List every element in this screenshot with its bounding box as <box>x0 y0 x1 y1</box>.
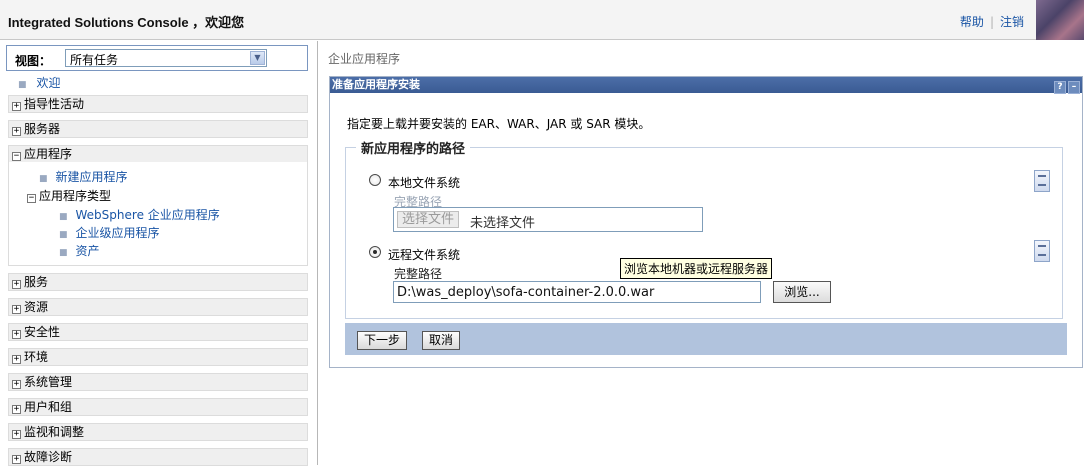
enterprise-apps-link[interactable]: 企业级应用程序 <box>76 226 160 240</box>
button-bar: 下一步 取消 <box>345 323 1067 355</box>
install-panel: 准备应用程序安装 ? – 指定要上载并要安装的 EAR、WAR、JAR 或 SAR… <box>329 76 1083 368</box>
expand-icon[interactable]: + <box>12 405 21 414</box>
nav-item-troubleshooting[interactable]: + 故障诊断 <box>8 448 308 466</box>
logout-link[interactable]: 注销 <box>1000 15 1024 29</box>
nav-item-label: 资源 <box>24 300 49 314</box>
nav-item-applications[interactable]: − 应用程序 <box>8 145 308 163</box>
local-filesystem-label: 本地文件系统 <box>388 176 461 190</box>
assets-link[interactable]: 资产 <box>76 244 100 258</box>
panel-controls: ? – <box>1052 78 1080 94</box>
websphere-apps-link[interactable]: WebSphere 企业应用程序 <box>76 208 220 222</box>
bullet-icon: ■ <box>59 248 68 258</box>
nav-assets: ■ 资产 <box>59 242 100 259</box>
local-file-input[interactable]: 选择文件 未选择文件 <box>393 207 703 232</box>
console-title: Integrated Solutions Console ，欢迎您 <box>8 15 245 30</box>
expand-icon[interactable]: + <box>12 127 21 136</box>
nav-item-label: 故障诊断 <box>24 450 73 464</box>
nav-item-security[interactable]: + 安全性 <box>8 323 308 341</box>
link-separator: | <box>989 15 994 29</box>
panel-title-bar: 准备应用程序安装 ? – <box>330 77 1082 94</box>
expand-icon[interactable]: + <box>12 280 21 289</box>
view-selector: 视图： 所有任务 ▼ <box>6 45 308 71</box>
banner-image <box>1036 0 1084 40</box>
bullet-icon: ■ <box>18 80 27 90</box>
remote-path-label: 完整路径 <box>394 267 443 281</box>
expand-icon[interactable]: + <box>12 102 21 111</box>
expand-icon[interactable]: + <box>12 455 21 464</box>
choose-file-button[interactable]: 选择文件 <box>397 211 460 228</box>
applications-subtree: ■ 新建应用程序 − 应用程序类型 ■ WebSphere 企业应用程序 ■ 企业级应用… <box>8 162 308 266</box>
application-types-label: 应用程序类型 <box>39 189 112 203</box>
nav-enterprise-apps: ■ 企业级应用程序 <box>59 224 160 241</box>
nav-item-monitoring[interactable]: + 监视和调整 <box>8 423 308 441</box>
view-label: 视图： <box>15 54 52 68</box>
expand-icon[interactable]: + <box>12 355 21 364</box>
no-file-text: 未选择文件 <box>470 216 536 231</box>
new-application-link[interactable]: 新建应用程序 <box>56 170 128 184</box>
nav-new-application: ■ 新建应用程序 <box>39 168 128 185</box>
remote-path-input[interactable] <box>393 281 761 303</box>
bullet-icon: ■ <box>59 230 68 240</box>
help-icon[interactable]: ? <box>1054 81 1066 94</box>
bullet-icon: ■ <box>59 212 68 222</box>
nav-application-types: − 应用程序类型 <box>27 187 111 204</box>
panel-title: 准备应用程序安装 <box>332 78 420 91</box>
local-filesystem-radio[interactable] <box>369 174 381 186</box>
navigation-tree: 视图： 所有任务 ▼ ■ 欢迎 + 指导性活动 + 服务器 − 应用程序 ■ 新建应用程序… <box>0 41 318 466</box>
collapse-icon[interactable]: − <box>27 194 36 203</box>
cancel-button[interactable]: 取消 <box>422 331 460 350</box>
nav-item-resources[interactable]: + 资源 <box>8 298 308 316</box>
expand-icon[interactable]: + <box>12 430 21 439</box>
browse-button[interactable]: 浏览... <box>773 281 831 303</box>
view-dropdown[interactable]: 所有任务 ▼ <box>65 49 267 67</box>
nav-item-label: 指导性活动 <box>24 97 85 111</box>
nav-item-services[interactable]: + 服务 <box>8 273 308 291</box>
nav-item-system-admin[interactable]: + 系统管理 <box>8 373 308 391</box>
nav-item-label: 环境 <box>24 350 49 364</box>
nav-item-label: 系统管理 <box>24 375 73 389</box>
bullet-icon: ■ <box>39 174 48 184</box>
nav-item-label: 用户和组 <box>24 400 73 414</box>
path-fieldset: 新应用程序的路径 本地文件系统 完整路径 选择文件 未选择文件 远程文件系统 完… <box>345 138 1063 319</box>
next-button[interactable]: 下一步 <box>357 331 407 350</box>
breadcrumb: 企业应用程序 <box>328 52 401 66</box>
welcome-link[interactable]: 欢迎 <box>37 76 61 90</box>
minimize-icon[interactable]: – <box>1068 81 1080 94</box>
nav-item-label: 监视和调整 <box>24 425 85 439</box>
help-link[interactable]: 帮助 <box>960 15 984 29</box>
view-dropdown-value: 所有任务 <box>70 53 119 67</box>
nav-welcome: ■ 欢迎 <box>18 74 61 91</box>
fieldset-legend: 新应用程序的路径 <box>356 138 471 157</box>
nav-item-label: 服务 <box>24 275 49 289</box>
nav-item-environment[interactable]: + 环境 <box>8 348 308 366</box>
nav-item-guided-activities[interactable]: + 指导性活动 <box>8 95 308 113</box>
expand-icon[interactable]: + <box>12 330 21 339</box>
intro-text: 指定要上载并要安装的 EAR、WAR、JAR 或 SAR 模块。 <box>347 117 651 131</box>
top-banner: Integrated Solutions Console ，欢迎您 帮助 | 注销 <box>0 0 1084 40</box>
field-help-icon[interactable] <box>1034 170 1050 192</box>
field-help-icon[interactable] <box>1034 240 1050 262</box>
browse-tooltip: 浏览本地机器或远程服务器 <box>620 258 773 279</box>
remote-filesystem-label: 远程文件系统 <box>388 248 461 262</box>
expand-icon[interactable]: + <box>12 305 21 314</box>
header-links: 帮助 | 注销 <box>960 13 1024 30</box>
nav-item-label: 应用程序 <box>24 147 73 161</box>
expand-icon[interactable]: + <box>12 380 21 389</box>
collapse-icon[interactable]: − <box>12 152 21 161</box>
nav-item-servers[interactable]: + 服务器 <box>8 120 308 138</box>
remote-filesystem-radio[interactable] <box>369 246 381 258</box>
nav-item-label: 服务器 <box>24 122 61 136</box>
nav-item-users-groups[interactable]: + 用户和组 <box>8 398 308 416</box>
chevron-down-icon[interactable]: ▼ <box>250 51 265 65</box>
nav-item-label: 安全性 <box>24 325 61 339</box>
nav-websphere-apps: ■ WebSphere 企业应用程序 <box>59 206 220 223</box>
